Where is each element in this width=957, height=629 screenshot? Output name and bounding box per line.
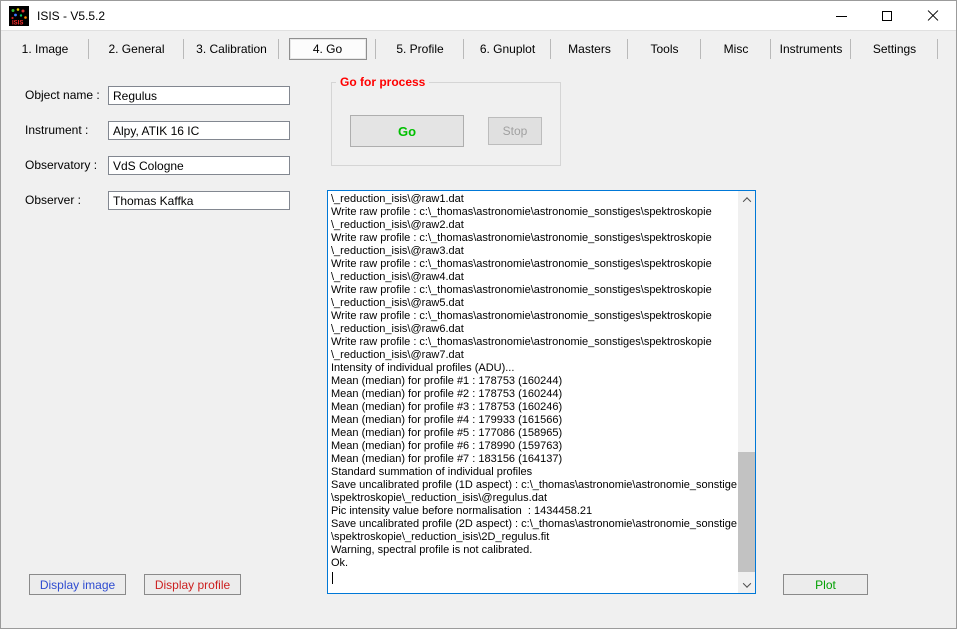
process-log-textbox[interactable]: \_reduction_isis\@raw1.dat Write raw pro…: [327, 190, 756, 594]
app-icon: ISIS: [9, 6, 29, 26]
observatory-input[interactable]: [108, 156, 290, 175]
text-caret: [332, 572, 333, 584]
tab-image[interactable]: 1. Image: [1, 32, 89, 66]
minimize-button[interactable]: [818, 1, 864, 31]
tab-calibration[interactable]: 3. Calibration: [184, 32, 279, 66]
close-button[interactable]: [910, 1, 956, 31]
tab-tools[interactable]: Tools: [628, 32, 701, 66]
maximize-button[interactable]: [864, 1, 910, 31]
observatory-label: Observatory :: [25, 158, 97, 172]
go-button[interactable]: Go: [350, 115, 464, 147]
display-image-button[interactable]: Display image: [29, 574, 126, 595]
tab-label: Settings: [871, 38, 918, 60]
tab-general[interactable]: 2. General: [89, 32, 184, 66]
instrument-label: Instrument :: [25, 123, 88, 137]
minimize-icon: [836, 16, 847, 17]
chevron-down-icon: [742, 579, 750, 587]
go-for-process-group: Go for process Go Stop: [331, 82, 561, 166]
tab-label: 3. Calibration: [194, 38, 269, 60]
tab-label: 4. Go: [289, 38, 367, 60]
close-icon: [927, 10, 939, 22]
process-log-text: \_reduction_isis\@raw1.dat Write raw pro…: [331, 193, 737, 593]
tab-profile[interactable]: 5. Profile: [376, 32, 464, 66]
instrument-input[interactable]: [108, 121, 290, 140]
tab-misc[interactable]: Misc: [701, 32, 771, 66]
tab-gnuplot[interactable]: 6. Gnuplot: [464, 32, 551, 66]
tab-label: Instruments: [778, 38, 845, 60]
tab-label: 1. Image: [20, 38, 71, 60]
tab-settings[interactable]: Settings: [851, 32, 938, 66]
go-for-process-title: Go for process: [336, 75, 429, 89]
stop-button[interactable]: Stop: [488, 117, 542, 145]
title-bar: ISIS ISIS - V5.5.2: [1, 1, 956, 31]
scrollbar-thumb[interactable]: [738, 452, 755, 572]
plot-button[interactable]: Plot: [783, 574, 868, 595]
tab-go[interactable]: 4. Go: [279, 32, 376, 66]
app-window: ISIS ISIS - V5.5.2 1. Image 2. General 3…: [0, 0, 957, 629]
window-title: ISIS - V5.5.2: [37, 9, 105, 23]
tab-masters[interactable]: Masters: [551, 32, 628, 66]
tab-label: 2. General: [106, 38, 166, 60]
scroll-up-button[interactable]: [738, 191, 755, 208]
svg-text:ISIS: ISIS: [12, 20, 23, 26]
tab-label: Tools: [648, 38, 680, 60]
observer-label: Observer :: [25, 193, 81, 207]
maximize-icon: [882, 11, 892, 21]
tab-strip: 1. Image 2. General 3. Calibration 4. Go…: [1, 32, 957, 66]
observer-input[interactable]: [108, 191, 290, 210]
tab-label: Masters: [566, 38, 613, 60]
chevron-up-icon: [742, 197, 750, 205]
log-scrollbar[interactable]: [738, 191, 755, 593]
scroll-down-button[interactable]: [738, 576, 755, 593]
display-profile-button[interactable]: Display profile: [144, 574, 241, 595]
tab-label: 5. Profile: [394, 38, 445, 60]
object-name-label: Object name :: [25, 88, 100, 102]
tab-label: 6. Gnuplot: [478, 38, 537, 60]
object-name-input[interactable]: [108, 86, 290, 105]
window-controls: [818, 1, 956, 31]
tab-label: Misc: [722, 38, 751, 60]
tab-instruments[interactable]: Instruments: [771, 32, 851, 66]
